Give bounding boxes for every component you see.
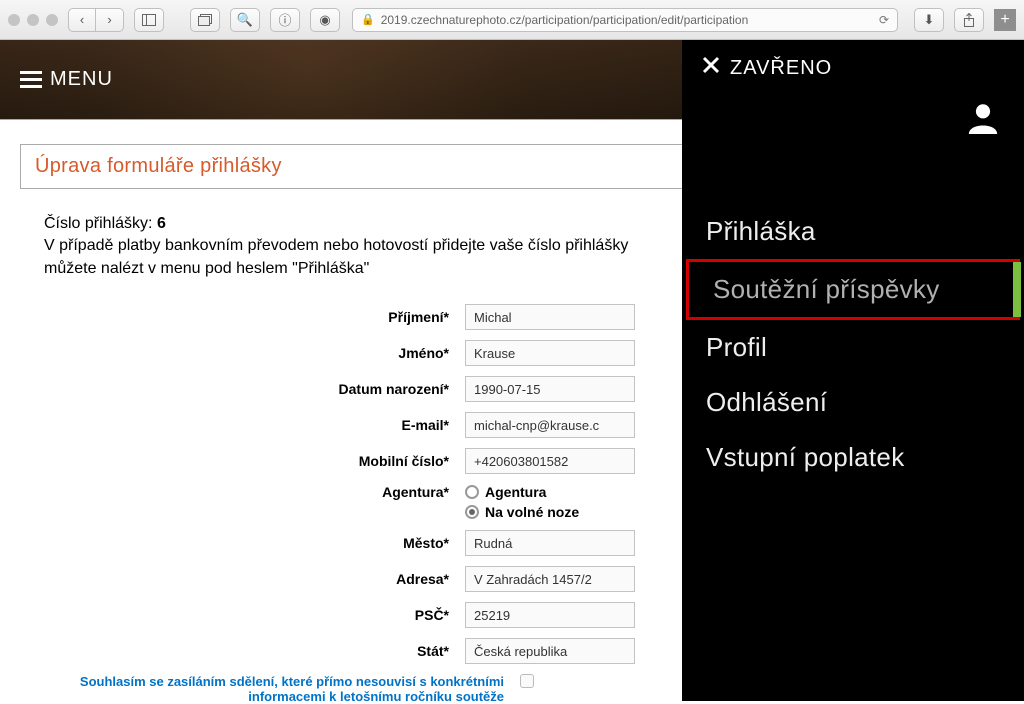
input-jmeno[interactable] [465, 340, 635, 366]
avatar-icon[interactable] [966, 100, 1000, 134]
label-consent: Souhlasím se zasíláním sdělení, které př… [20, 674, 520, 704]
label-mobil: Mobilní číslo* [20, 453, 465, 469]
menu-item-soutezni-prispevky[interactable]: Soutěžní příspěvky [686, 259, 1020, 320]
close-window-icon[interactable] [8, 14, 20, 26]
label-adresa: Adresa* [20, 571, 465, 587]
nav-group: ‹ › [68, 8, 124, 32]
input-stat[interactable] [465, 638, 635, 664]
checkbox-consent[interactable] [520, 674, 534, 688]
side-menu: Přihláška Soutěžní příspěvky Profil Odhl… [682, 204, 1024, 485]
close-icon [702, 56, 720, 80]
reload-icon[interactable]: ⟳ [879, 13, 889, 27]
menu-button[interactable]: MENU [20, 68, 113, 91]
input-mesto[interactable] [465, 530, 635, 556]
share-icon[interactable] [954, 8, 984, 32]
minimize-window-icon[interactable] [27, 14, 39, 26]
app-number-label: Číslo přihlášky: [44, 215, 152, 232]
side-panel: ZAVŘENO Přihláška Soutěžní příspěvky Pro… [682, 40, 1024, 701]
menu-item-profil[interactable]: Profil [682, 320, 1024, 375]
label-jmeno: Jméno* [20, 345, 465, 361]
label-agentura: Agentura* [20, 484, 465, 500]
menu-label: MENU [50, 68, 113, 91]
url-text: 2019.czechnaturephoto.cz/participation/p… [381, 13, 873, 27]
close-label: ZAVŘENO [730, 57, 832, 80]
compass-icon[interactable]: ◉ [310, 8, 340, 32]
input-prijmeni[interactable] [465, 304, 635, 330]
info-icon[interactable]: ⓘ [270, 8, 300, 32]
menu-item-prihlaska[interactable]: Přihláška [682, 204, 1024, 259]
search-icon[interactable]: 🔍 [230, 8, 260, 32]
menu-item-odhlaseni[interactable]: Odhlášení [682, 375, 1024, 430]
radio-agentura-label: Agentura [485, 484, 546, 500]
input-email[interactable] [465, 412, 635, 438]
radio-freelance-label: Na volné noze [485, 504, 579, 520]
label-mesto: Město* [20, 535, 465, 551]
label-datum: Datum narození* [20, 381, 465, 397]
menu-item-vstupni-poplatek[interactable]: Vstupní poplatek [682, 430, 1024, 485]
window-controls [8, 14, 58, 26]
app-number: 6 [157, 215, 166, 232]
label-email: E-mail* [20, 417, 465, 433]
address-bar[interactable]: 🔒 2019.czechnaturephoto.cz/participation… [352, 8, 898, 32]
input-mobil[interactable] [465, 448, 635, 474]
forward-button[interactable]: › [96, 8, 124, 32]
new-tab-button[interactable]: + [994, 9, 1016, 31]
maximize-window-icon[interactable] [46, 14, 58, 26]
tabs-overview-icon[interactable] [190, 8, 220, 32]
label-prijmeni: Příjmení* [20, 309, 465, 325]
radio-agentura[interactable]: Agentura [465, 484, 579, 500]
label-psc: PSČ* [20, 607, 465, 623]
radio-icon [465, 485, 479, 499]
input-datum[interactable] [465, 376, 635, 402]
sidebar-toggle-icon[interactable] [134, 8, 164, 32]
lock-icon: 🔒 [361, 13, 375, 26]
radio-na-volne-noze[interactable]: Na volné noze [465, 504, 579, 520]
downloads-icon[interactable]: ⬇ [914, 8, 944, 32]
label-stat: Stát* [20, 643, 465, 659]
close-panel-button[interactable]: ZAVŘENO [682, 56, 1024, 80]
input-adresa[interactable] [465, 566, 635, 592]
radio-icon [465, 505, 479, 519]
browser-toolbar: ‹ › 🔍 ⓘ ◉ 🔒 2019.czechnaturephoto.cz/par… [0, 0, 1024, 40]
input-psc[interactable] [465, 602, 635, 628]
back-button[interactable]: ‹ [68, 8, 96, 32]
hamburger-icon [20, 71, 42, 88]
